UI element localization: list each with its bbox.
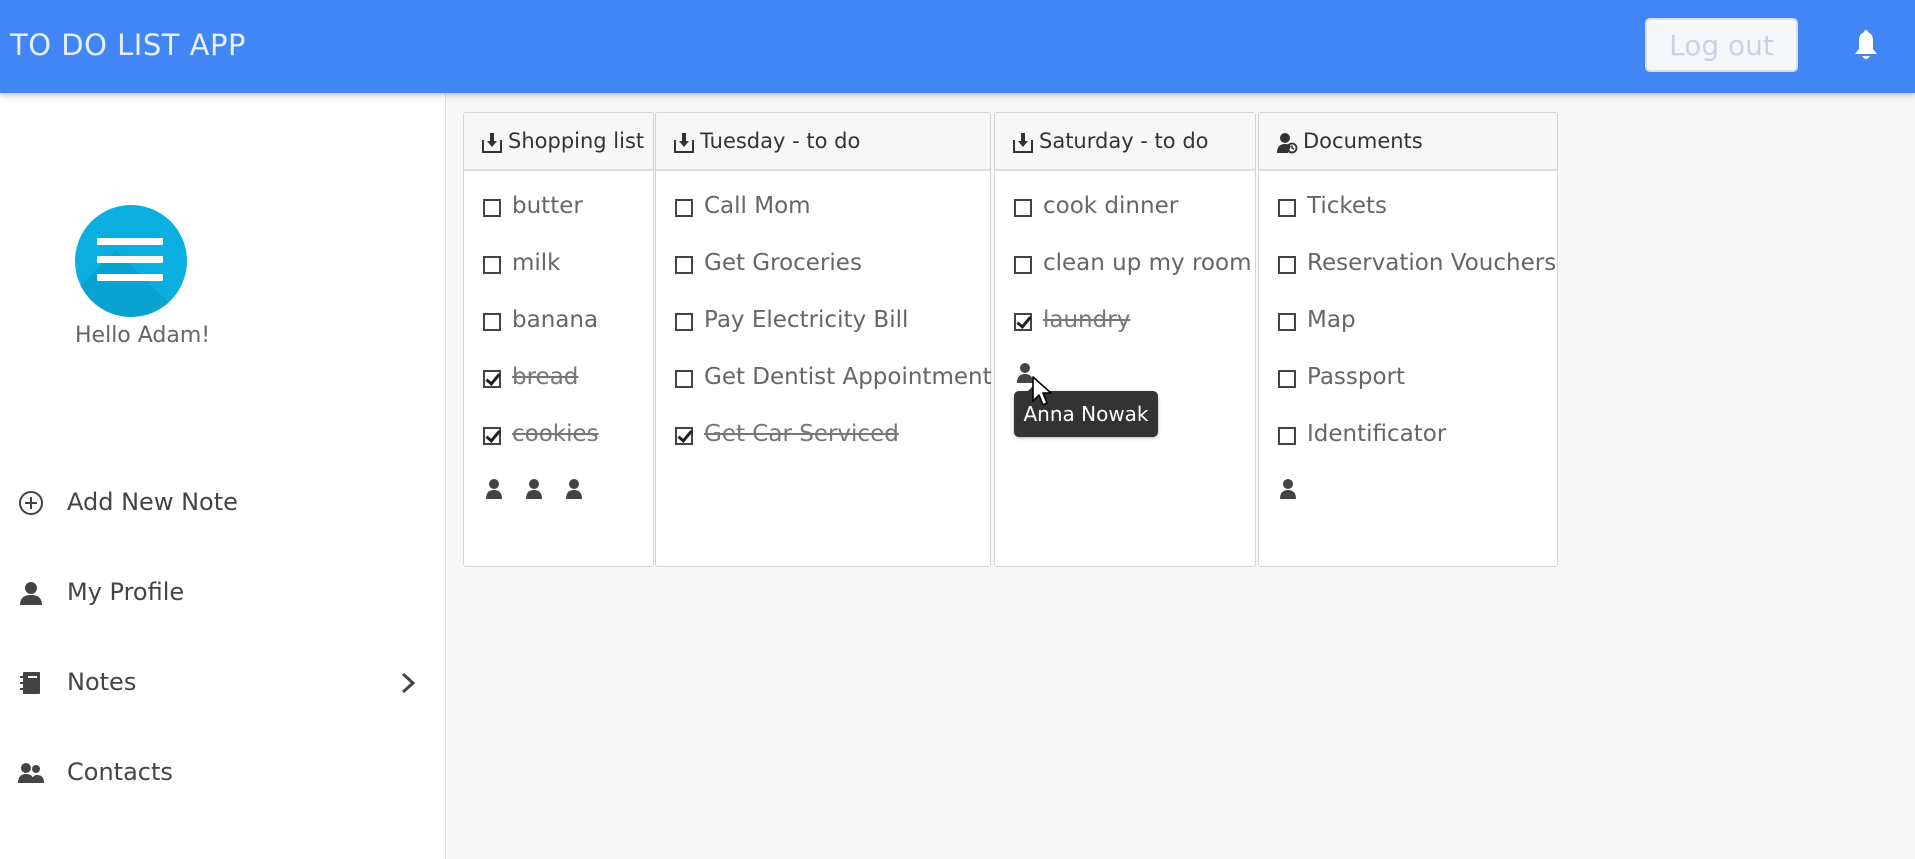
menu-line-icon: [97, 238, 163, 245]
user-icon: [20, 582, 42, 605]
note-header: Tuesday - to do: [656, 113, 990, 171]
item-label: milk: [512, 250, 561, 276]
item-label: bread: [512, 364, 579, 390]
download-box-icon: [1013, 133, 1033, 153]
bell-icon[interactable]: [1853, 30, 1879, 62]
nav-add-new-note[interactable]: Add New Note: [0, 474, 445, 534]
item-label: Map: [1307, 307, 1356, 333]
item-label: Tickets: [1307, 193, 1388, 219]
item-label: Get Groceries: [704, 250, 862, 276]
note-card[interactable]: Tuesday - to do Call Mom Get Groceries P…: [655, 112, 992, 567]
item-label: Pay Electricity Bill: [704, 307, 909, 333]
note-title: Documents: [1303, 129, 1423, 153]
nav-contacts[interactable]: Contacts: [0, 744, 445, 804]
item-checkbox[interactable]: [1278, 427, 1296, 445]
note-card[interactable]: Shopping list butter milk banana bread c…: [463, 112, 654, 567]
download-box-icon: [482, 133, 502, 153]
item-label: Call Mom: [704, 193, 811, 219]
app-title: TO DO LIST APP: [10, 28, 246, 62]
menu-avatar[interactable]: [75, 205, 187, 317]
shared-user-icon: [1277, 133, 1298, 154]
top-bar: TO DO LIST APP Log out: [0, 0, 1915, 93]
item-label: Get Dentist Appointment: [704, 364, 992, 390]
item-label: laundry: [1043, 307, 1131, 333]
item-label: Passport: [1307, 364, 1406, 390]
contacts-icon: [18, 763, 44, 783]
download-box-icon: [674, 133, 694, 153]
item-checkbox[interactable]: [483, 256, 501, 274]
note-header: Saturday - to do: [995, 113, 1255, 171]
item-label: Reservation Vouchers: [1307, 250, 1557, 276]
item-checkbox[interactable]: [675, 313, 693, 331]
item-checkbox[interactable]: [675, 370, 693, 388]
item-checkbox[interactable]: [1014, 256, 1032, 274]
nav-label: Add New Note: [67, 488, 238, 516]
nav-label: Notes: [67, 668, 137, 696]
note-title: Shopping list: [508, 129, 645, 153]
note-header: Documents: [1259, 113, 1557, 171]
menu-line-icon: [97, 256, 163, 263]
plus-circle-icon: [19, 491, 43, 515]
shared-user-icon[interactable]: [1279, 478, 1297, 500]
item-label: cook dinner: [1043, 193, 1179, 219]
item-checkbox[interactable]: [1278, 256, 1296, 274]
item-checkbox-checked[interactable]: [483, 370, 501, 388]
item-checkbox[interactable]: [483, 313, 501, 331]
note-card[interactable]: Saturday - to do cook dinner clean up my…: [994, 112, 1256, 567]
item-checkbox[interactable]: [1278, 199, 1296, 217]
item-label: cookies: [512, 421, 599, 447]
item-label: clean up my room: [1043, 250, 1252, 276]
nav-my-profile[interactable]: My Profile: [0, 564, 445, 624]
mouse-cursor-icon: [1032, 376, 1052, 406]
shared-user-icon[interactable]: [565, 478, 583, 500]
item-checkbox-checked[interactable]: [1014, 313, 1032, 331]
item-checkbox-checked[interactable]: [675, 427, 693, 445]
shared-user-icon[interactable]: [525, 478, 543, 500]
item-checkbox[interactable]: [675, 256, 693, 274]
item-checkbox[interactable]: [1014, 199, 1032, 217]
item-label: banana: [512, 307, 599, 333]
item-label: Get Car Serviced: [704, 421, 899, 447]
menu-line-icon: [97, 274, 163, 281]
note-card[interactable]: Documents Tickets Reservation Vouchers M…: [1258, 112, 1558, 567]
note-header: Shopping list: [464, 113, 653, 171]
nav-notes[interactable]: Notes: [0, 654, 445, 714]
item-label: butter: [512, 193, 583, 219]
item-checkbox-checked[interactable]: [483, 427, 501, 445]
logout-button[interactable]: Log out: [1645, 18, 1798, 72]
item-label: Identificator: [1307, 421, 1447, 447]
item-checkbox[interactable]: [1278, 313, 1296, 331]
note-title: Saturday - to do: [1039, 129, 1209, 153]
chevron-right-icon: [401, 672, 416, 694]
item-checkbox[interactable]: [1278, 370, 1296, 388]
greeting-text: Hello Adam!: [75, 323, 211, 348]
notebook-icon: [20, 672, 40, 694]
nav-label: Contacts: [67, 758, 173, 786]
item-checkbox[interactable]: [483, 199, 501, 217]
nav-label: My Profile: [67, 578, 185, 606]
shared-user-icon[interactable]: [485, 478, 503, 500]
item-checkbox[interactable]: [675, 199, 693, 217]
note-title: Tuesday - to do: [700, 129, 861, 153]
